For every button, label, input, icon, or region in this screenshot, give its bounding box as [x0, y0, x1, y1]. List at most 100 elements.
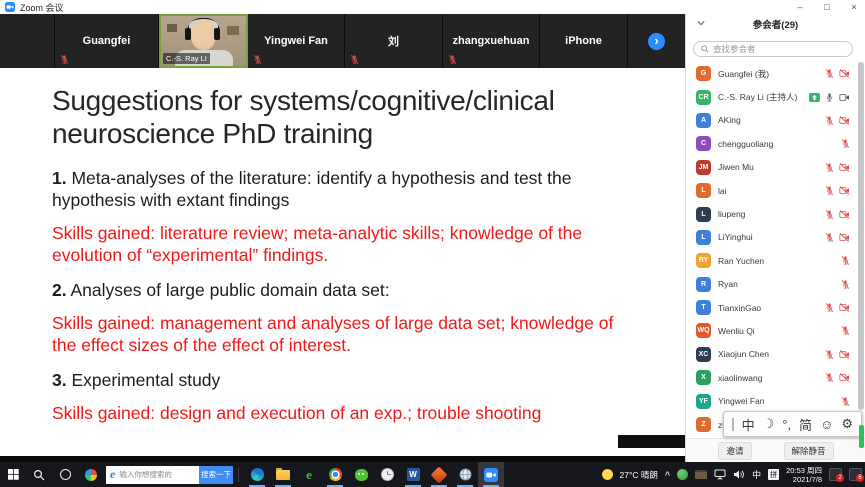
camera-on-icon[interactable]	[839, 93, 850, 102]
participant-row[interactable]: CR C.-S. Ray Li (主持人)	[686, 85, 857, 108]
participant-row[interactable]: L liupeng	[686, 202, 857, 225]
camera-off-icon[interactable]	[839, 116, 850, 125]
mic-muted-icon[interactable]	[825, 209, 834, 220]
invite-button[interactable]: 邀请	[718, 442, 751, 460]
tray-display-icon[interactable]	[714, 469, 726, 480]
mic-muted-icon[interactable]	[825, 115, 834, 126]
ime-emoji-icon[interactable]: ☺	[820, 417, 833, 432]
camera-off-icon[interactable]	[839, 373, 850, 382]
participant-row[interactable]: T TianxinGao	[686, 296, 857, 319]
mic-muted-icon[interactable]	[825, 232, 834, 243]
taskbar-edge[interactable]	[244, 462, 270, 487]
participant-row[interactable]: A AKing	[686, 109, 857, 132]
tray-wallet-icon[interactable]	[695, 470, 707, 479]
clock-datetime[interactable]: 20:53 周四 2021/7/8	[786, 466, 822, 484]
paragraph-text: Skills gained: design and execution of a…	[52, 403, 541, 423]
participants-scrollbar-thumb[interactable]	[858, 62, 864, 410]
notification-icon-1[interactable]: 2	[829, 468, 842, 481]
taskbar-search-button[interactable]	[26, 462, 52, 487]
weather-sun-icon[interactable]	[602, 469, 613, 480]
tray-volume-icon[interactable]	[733, 469, 745, 480]
participant-row[interactable]: WQ Wenliu Qi	[686, 319, 857, 342]
taskbar-file-explorer[interactable]	[270, 462, 296, 487]
tray-expand-chevron[interactable]: ^	[665, 470, 670, 480]
mic-muted-icon[interactable]	[841, 325, 850, 336]
video-tile[interactable]: 刘	[345, 14, 443, 68]
minimize-button[interactable]: –	[795, 2, 805, 12]
participant-name: Yingwei Fan	[718, 396, 841, 406]
taskbar-search-box[interactable]: e 输入你想搜索的 搜索一下	[106, 466, 233, 484]
participant-row[interactable]: XC Xiaojun Chen	[686, 343, 857, 366]
mic-muted-icon[interactable]	[825, 302, 834, 313]
mic-muted-icon[interactable]	[841, 138, 850, 149]
taskbar-matlab[interactable]	[426, 462, 452, 487]
mic-muted-icon[interactable]	[825, 372, 834, 383]
slide-paragraph: 3. Experimental study	[52, 369, 645, 391]
mic-muted-icon[interactable]	[825, 185, 834, 196]
tray-green-app-icon[interactable]	[677, 469, 688, 480]
camera-off-icon[interactable]	[839, 69, 850, 78]
weather-text[interactable]: 27°C 晴朗	[620, 469, 658, 481]
ime-punctuation-toggle[interactable]: °,	[782, 417, 791, 432]
close-button[interactable]: ×	[849, 2, 859, 12]
camera-off-icon[interactable]	[839, 210, 850, 219]
participant-row[interactable]: C chengguoliang	[686, 132, 857, 155]
participant-row[interactable]: L lai	[686, 179, 857, 202]
video-tile[interactable]	[0, 14, 55, 68]
paragraph-text: Skills gained: management and analyses o…	[52, 313, 613, 355]
camera-off-icon[interactable]	[839, 163, 850, 172]
next-participants-button[interactable]: ›	[648, 33, 665, 50]
search-go-button[interactable]: 搜索一下	[199, 466, 233, 484]
ime-simplified-toggle[interactable]: 简	[799, 415, 812, 434]
mic-muted-icon[interactable]	[825, 349, 834, 360]
participant-search-input[interactable]: 查找参会者	[693, 41, 853, 57]
taskbar-wechat[interactable]	[348, 462, 374, 487]
camera-off-icon[interactable]	[839, 350, 850, 359]
video-tile[interactable]: Yingwei Fan	[248, 14, 345, 68]
ime-drag-handle-icon[interactable]	[732, 418, 734, 431]
participant-row[interactable]: R Ryan	[686, 273, 857, 296]
participant-name: Jiwen Mu	[718, 162, 825, 172]
participant-row[interactable]: JM Jiwen Mu	[686, 156, 857, 179]
zoom-floating-control[interactable]	[618, 435, 685, 448]
ime-toolbar[interactable]: 中 ☽ °, 简 ☺ ⚙	[723, 411, 862, 437]
camera-off-icon[interactable]	[839, 303, 850, 312]
cortana-button[interactable]	[52, 462, 78, 487]
participant-name: Ran Yuchen	[718, 256, 841, 266]
taskbar-word[interactable]: W	[400, 462, 426, 487]
ime-pinyin-badge[interactable]: 拼	[768, 469, 779, 480]
mic-muted-icon	[448, 54, 457, 65]
mic-muted-icon[interactable]	[841, 255, 850, 266]
participant-row[interactable]: X xiaolinwang	[686, 366, 857, 389]
video-tile[interactable]: C.-S. Ray LI C.-S. Ray LI	[159, 14, 248, 68]
taskbar-clock-app[interactable]	[374, 462, 400, 487]
video-tile[interactable]: zhangxuehuan	[443, 14, 540, 68]
video-tile[interactable]: iPhone	[540, 14, 628, 68]
mic-muted-icon[interactable]	[825, 162, 834, 173]
video-tile[interactable]: Guangfei	[55, 14, 159, 68]
camera-off-icon[interactable]	[839, 233, 850, 242]
camera-off-icon[interactable]	[839, 186, 850, 195]
unmute-button[interactable]: 解除静音	[784, 442, 834, 460]
participant-row[interactable]: YF Yingwei Fan	[686, 389, 857, 412]
participant-row[interactable]: L LiYinghui	[686, 226, 857, 249]
ime-settings-gear-icon[interactable]: ⚙	[841, 416, 853, 432]
participant-row[interactable]: G Guangfei (我)	[686, 62, 857, 85]
taskbar-green-browser[interactable]: e	[296, 462, 322, 487]
ime-lang-toggle[interactable]: 中	[742, 415, 755, 434]
participants-footer: 邀请 解除静音	[686, 438, 865, 462]
mic-muted-icon[interactable]	[825, 68, 834, 79]
taskbar-zoom[interactable]	[478, 462, 504, 487]
taskbar-chrome[interactable]	[322, 462, 348, 487]
participant-row[interactable]: RY Ran Yuchen	[686, 249, 857, 272]
start-button[interactable]	[0, 462, 26, 487]
ime-moon-icon[interactable]: ☽	[763, 416, 775, 432]
mic-muted-icon[interactable]	[841, 396, 850, 407]
ime-mode-indicator[interactable]: 中	[752, 468, 761, 481]
mic-muted-icon[interactable]	[841, 279, 850, 290]
notification-icon-2[interactable]: 6	[849, 468, 862, 481]
taskbar-globe-app[interactable]	[452, 462, 478, 487]
browser-pinwheel-button[interactable]	[78, 462, 104, 487]
maximize-button[interactable]: □	[822, 2, 832, 12]
mic-on-icon[interactable]	[825, 92, 834, 103]
